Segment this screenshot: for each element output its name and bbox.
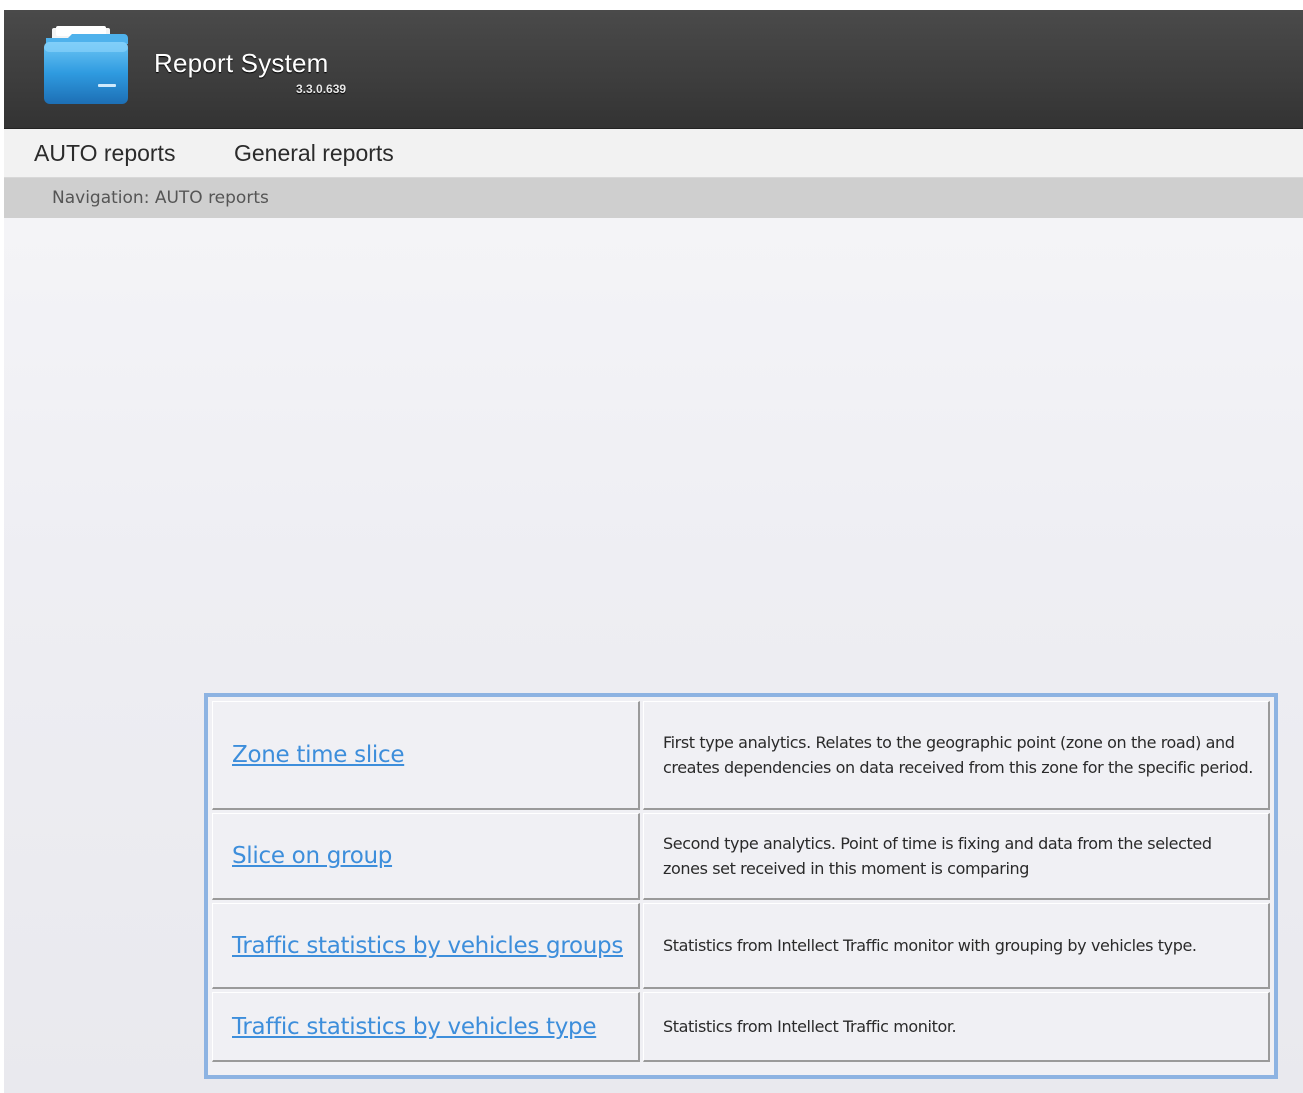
menu-item-general-reports[interactable]: General reports — [234, 140, 394, 167]
breadcrumb: Navigation: AUTO reports — [4, 178, 1303, 218]
main-content: Zone time slice First type analytics. Re… — [4, 218, 1303, 1093]
report-description: Second type analytics. Point of time is … — [643, 813, 1270, 900]
folder-icon — [44, 26, 128, 104]
breadcrumb-text: Navigation: AUTO reports — [52, 188, 269, 208]
report-name-cell: Slice on group — [212, 813, 640, 900]
report-name-cell: Traffic statistics by vehicles groups — [212, 903, 640, 989]
report-link-traffic-by-vehicle-groups[interactable]: Traffic statistics by vehicles groups — [232, 933, 623, 959]
reports-table: Zone time slice First type analytics. Re… — [204, 693, 1278, 1079]
report-link-traffic-by-vehicle-type[interactable]: Traffic statistics by vehicles type — [232, 1014, 597, 1040]
main-menu: AUTO reports General reports — [4, 129, 1303, 178]
report-name-cell: Zone time slice — [212, 701, 640, 810]
table-row: Zone time slice First type analytics. Re… — [212, 701, 1270, 810]
app-version: 3.3.0.639 — [296, 82, 347, 96]
table-row: Slice on group Second type analytics. Po… — [212, 813, 1270, 900]
menu-item-auto-reports[interactable]: AUTO reports — [34, 140, 175, 167]
report-link-zone-time-slice[interactable]: Zone time slice — [232, 742, 405, 768]
report-description: First type analytics. Relates to the geo… — [643, 701, 1270, 810]
app-title: Report System — [154, 48, 329, 78]
app-window: Report System 3.3.0.639 AUTO reports Gen… — [4, 10, 1303, 1093]
app-header: Report System 3.3.0.639 — [4, 10, 1303, 129]
report-description: Statistics from Intellect Traffic monito… — [643, 903, 1270, 989]
table-row: Traffic statistics by vehicles groups St… — [212, 903, 1270, 989]
table-row: Traffic statistics by vehicles type Stat… — [212, 992, 1270, 1062]
report-link-slice-on-group[interactable]: Slice on group — [232, 843, 392, 869]
report-description: Statistics from Intellect Traffic monito… — [643, 992, 1270, 1062]
report-name-cell: Traffic statistics by vehicles type — [212, 992, 640, 1062]
